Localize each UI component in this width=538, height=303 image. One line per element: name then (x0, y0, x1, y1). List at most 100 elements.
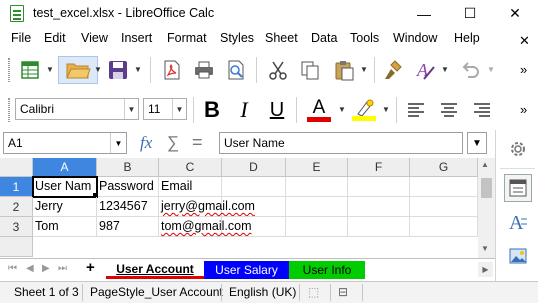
cell-c2[interactable]: jerry@gmail.com (159, 197, 255, 217)
tab-user-account[interactable]: User Account (106, 261, 204, 279)
column-header-f[interactable]: F (348, 158, 410, 177)
column-header-b[interactable]: B (97, 158, 159, 177)
menu-window[interactable]: Window (393, 31, 437, 45)
menu-styles[interactable]: Styles (220, 31, 254, 45)
menu-format[interactable]: Format (167, 31, 207, 45)
menu-sheet[interactable]: Sheet (265, 31, 298, 45)
formula-input[interactable]: User Name (219, 132, 463, 154)
paste-icon[interactable] (330, 56, 358, 84)
column-header-d[interactable]: D (222, 158, 286, 177)
print-preview-icon[interactable] (222, 56, 250, 84)
undo-dropdown-icon[interactable]: ▼ (487, 65, 495, 74)
cell-f3[interactable] (348, 217, 410, 237)
menu-insert[interactable]: Insert (121, 31, 152, 45)
clone-formatting-icon[interactable] (380, 56, 408, 84)
undo-icon[interactable] (456, 56, 484, 84)
copy-icon[interactable] (296, 56, 324, 84)
font-name-combo[interactable]: Calibri ▼ (15, 98, 139, 120)
cell-c1[interactable]: Email (159, 177, 222, 197)
function-wizard-icon[interactable]: fx (140, 133, 152, 153)
align-left-icon[interactable] (402, 96, 430, 124)
scroll-down-icon[interactable]: ▼ (481, 244, 489, 253)
text-language[interactable]: English (UK) (229, 285, 296, 299)
cell-g2[interactable] (410, 197, 478, 217)
align-center-icon[interactable] (435, 96, 463, 124)
menu-tools[interactable]: Tools (350, 31, 379, 45)
cell-g3[interactable] (410, 217, 478, 237)
cell-b3[interactable]: 987 (97, 217, 159, 237)
close-document-icon[interactable]: ✕ (519, 33, 530, 49)
toolbar-overflow-icon[interactable]: » (520, 62, 527, 77)
select-all-corner[interactable] (0, 158, 33, 177)
previous-sheet-icon[interactable]: ◀ (26, 263, 34, 274)
column-header-a[interactable]: A (33, 158, 97, 177)
cell-e3[interactable] (286, 217, 348, 237)
selection-mode-icon[interactable]: ⬚ (308, 285, 319, 299)
add-sheet-button[interactable]: + (86, 259, 95, 276)
tab-user-salary[interactable]: User Salary (204, 261, 289, 279)
export-pdf-icon[interactable] (158, 56, 186, 84)
new-dropdown-icon[interactable]: ▼ (46, 65, 54, 74)
cell-b2[interactable]: 1234567 (97, 197, 159, 217)
cell-b1[interactable]: Password (97, 177, 159, 197)
last-sheet-icon[interactable]: ⏭ (58, 263, 67, 274)
row-header-1[interactable]: 1 (0, 177, 33, 197)
highlight-icon[interactable] (350, 96, 378, 124)
save-dropdown-icon[interactable]: ▼ (134, 65, 142, 74)
cell-d3[interactable] (222, 217, 286, 237)
chevron-down-icon[interactable]: ▼ (172, 99, 186, 119)
menu-help[interactable]: Help (454, 31, 480, 45)
toolbar-grip[interactable] (8, 98, 10, 122)
open-folder-icon[interactable] (58, 56, 98, 84)
cell-e1[interactable] (286, 177, 348, 197)
align-right-icon[interactable] (468, 96, 496, 124)
formula-icon[interactable]: = (192, 132, 203, 153)
close-button[interactable]: ✕ (492, 0, 538, 27)
column-header-g[interactable]: G (410, 158, 478, 177)
cell-e2[interactable] (286, 197, 348, 217)
paste-dropdown-icon[interactable]: ▼ (360, 65, 368, 74)
menu-view[interactable]: View (81, 31, 108, 45)
row-header-4[interactable] (0, 237, 33, 257)
cut-icon[interactable] (264, 56, 292, 84)
properties-icon[interactable] (504, 174, 532, 202)
row-header-2[interactable]: 2 (0, 197, 33, 217)
minimize-button[interactable]: — (401, 0, 447, 27)
cell-g1[interactable] (410, 177, 478, 197)
scroll-up-icon[interactable]: ▲ (481, 160, 489, 169)
highlight-dropdown-icon[interactable]: ▼ (382, 105, 390, 114)
save-icon[interactable] (104, 56, 132, 84)
maximize-button[interactable]: ☐ (447, 0, 493, 27)
sum-icon[interactable]: ∑ (167, 133, 179, 153)
cell-f2[interactable] (348, 197, 410, 217)
tab-user-info[interactable]: User Info (289, 261, 365, 279)
font-color-icon[interactable]: A (305, 96, 333, 124)
gallery-icon[interactable] (504, 242, 532, 270)
hscroll-icon[interactable]: ▶ (478, 262, 493, 277)
vertical-scrollbar[interactable]: ▲ ▼ (478, 158, 495, 258)
font-color-dropdown-icon[interactable]: ▼ (338, 105, 346, 114)
cell-f1[interactable] (348, 177, 410, 197)
chevron-down-icon[interactable]: ▼ (110, 133, 126, 153)
column-header-e[interactable]: E (286, 158, 348, 177)
page-style[interactable]: PageStyle_User Account (90, 285, 223, 299)
cell-a3[interactable]: Tom (33, 217, 97, 237)
menu-edit[interactable]: Edit (44, 31, 66, 45)
toolbar-grip[interactable] (8, 58, 10, 82)
styles-icon[interactable]: A (504, 208, 532, 236)
row-header-3[interactable]: 3 (0, 217, 33, 237)
scrollbar-thumb[interactable] (481, 178, 492, 198)
chevron-down-icon[interactable]: ▼ (124, 99, 138, 119)
cell-d2[interactable] (222, 197, 286, 217)
open-dropdown-icon[interactable]: ▼ (94, 65, 102, 74)
clear-dropdown-icon[interactable]: ▼ (441, 65, 449, 74)
settings-icon[interactable] (504, 135, 532, 163)
cell-c3[interactable]: tom@gmail.com (159, 217, 252, 237)
clear-formatting-icon[interactable]: A (412, 56, 440, 84)
cell-a2[interactable]: Jerry (33, 197, 97, 217)
expand-formula-icon[interactable]: ▼ (467, 132, 487, 154)
print-icon[interactable] (190, 56, 218, 84)
font-size-combo[interactable]: 11 ▼ (143, 98, 187, 120)
cell-d1[interactable] (222, 177, 286, 197)
menu-data[interactable]: Data (311, 31, 337, 45)
